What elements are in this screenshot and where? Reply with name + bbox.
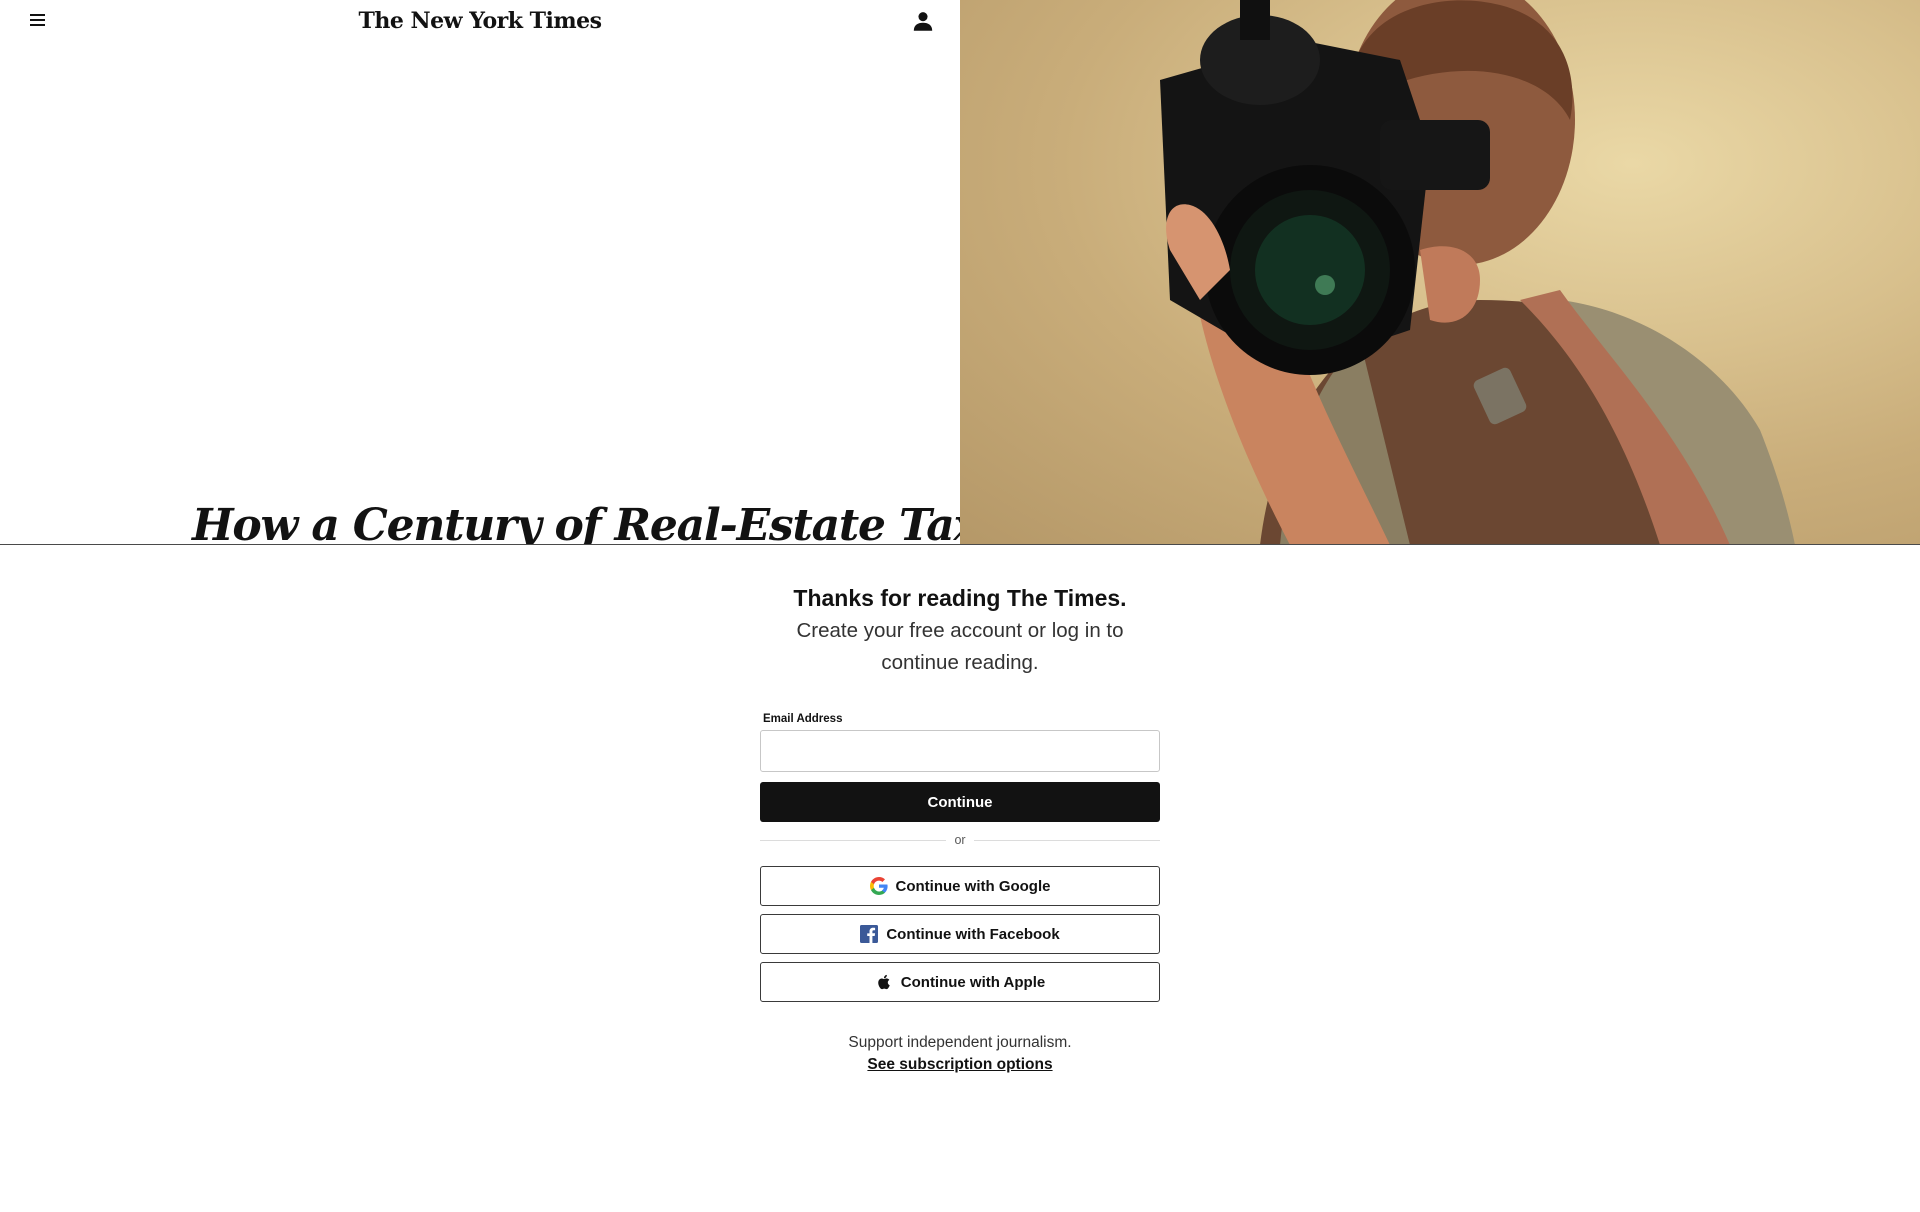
photographer-with-camera-image xyxy=(1160,0,1795,545)
or-divider: or xyxy=(760,832,1160,848)
or-divider-line-right xyxy=(973,839,1160,841)
hamburger-icon[interactable] xyxy=(24,9,50,31)
user-icon[interactable] xyxy=(910,8,936,34)
continue-with-apple-button[interactable]: Continue with Apple xyxy=(760,962,1160,1002)
facebook-button-label: Continue with Facebook xyxy=(886,925,1060,943)
nyt-masthead-logo[interactable]: The New York Times xyxy=(358,4,602,38)
subscription-options-container: See subscription options xyxy=(0,1056,1920,1074)
subscription-options-link[interactable]: See subscription options xyxy=(867,1056,1052,1073)
email-label: Email Address xyxy=(763,713,843,725)
google-logo-icon xyxy=(869,877,888,895)
article-text-pane: The New York Times How a Century of Real… xyxy=(0,0,960,545)
google-button-label: Continue with Google xyxy=(895,877,1051,895)
gateway-title: Thanks for reading The Times. xyxy=(793,585,1127,611)
facebook-logo-icon xyxy=(860,925,879,943)
support-journalism-text: Support independent journalism. xyxy=(848,1034,1072,1051)
email-field[interactable] xyxy=(760,730,1160,772)
article-lead-photo xyxy=(960,0,1920,545)
or-divider-line-left xyxy=(760,839,947,841)
continue-with-google-button[interactable]: Continue with Google xyxy=(760,866,1160,906)
continue-button[interactable]: Continue xyxy=(760,782,1160,822)
continue-with-facebook-button[interactable]: Continue with Facebook xyxy=(760,914,1160,954)
registration-gateway-modal: Thanks for reading The Times. Create you… xyxy=(0,545,1920,1212)
or-text: or xyxy=(954,833,966,847)
apple-button-label: Continue with Apple xyxy=(900,973,1046,991)
gateway-subtitle: Create your free account or log in to co… xyxy=(796,619,1124,674)
article-header-area: The New York Times How a Century of Real… xyxy=(0,0,1920,545)
article-headline: How a Century of Real-Estate Tax xyxy=(192,500,960,545)
apple-logo-icon xyxy=(875,973,893,991)
